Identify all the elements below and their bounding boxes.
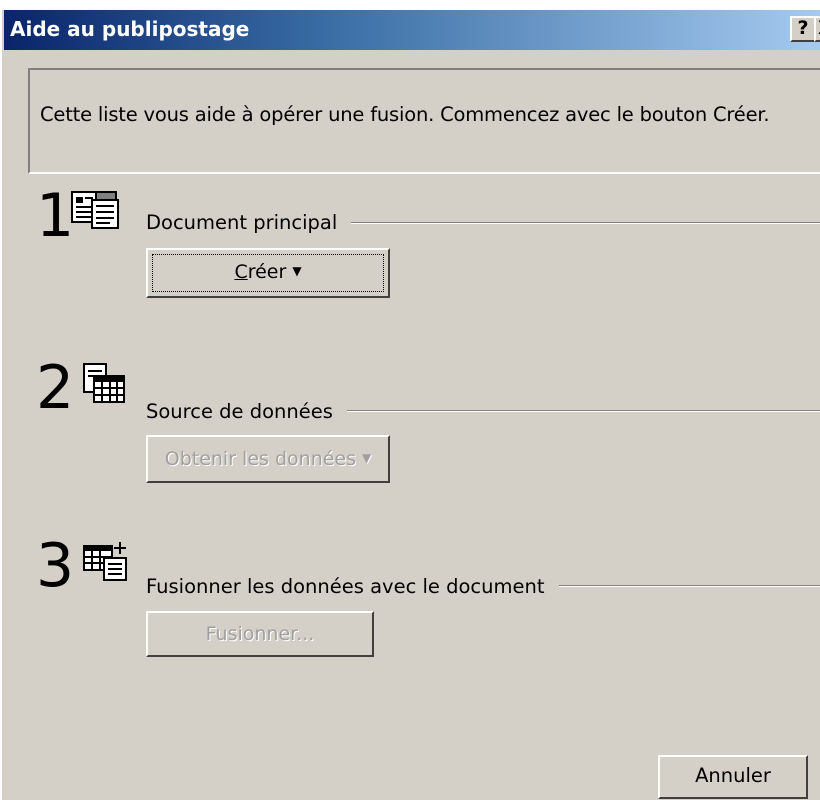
mail-merge-helper-dialog: Aide au publipostage ? X Cette liste vou… [0, 8, 820, 800]
merge-button[interactable]: Fusionner... [146, 611, 374, 657]
help-button[interactable]: ? [790, 16, 816, 42]
step-number-2: 2 [36, 353, 75, 423]
merge-button-label: Fusionner... [205, 623, 315, 645]
merge-data-icon [83, 542, 127, 581]
step-number-3: 3 [36, 531, 75, 601]
step-label-data-source: Source de données [146, 400, 347, 423]
info-text: Cette liste vous aide à opérer une fusio… [40, 103, 770, 126]
dropdown-caret-icon: ▼ [292, 264, 302, 278]
close-button[interactable]: X [814, 16, 820, 42]
step-label-main-document: Document principal [146, 211, 352, 234]
get-data-button-label: Obtenir les données [164, 448, 357, 470]
step-divider [552, 585, 820, 587]
focus-rect [152, 254, 384, 292]
cancel-button[interactable]: Annuler [658, 755, 808, 799]
step-divider [342, 410, 820, 412]
step-divider [342, 222, 820, 224]
data-source-table-icon [83, 363, 125, 403]
dropdown-caret-icon: ▼ [362, 451, 372, 465]
title-bar[interactable]: Aide au publipostage ? X [4, 10, 820, 50]
step-label-merge: Fusionner les données avec le document [146, 575, 559, 598]
main-document-icon [71, 191, 119, 229]
step-number-1: 1 [36, 181, 75, 251]
get-data-button[interactable]: Obtenir les données ▼ [146, 435, 390, 483]
create-button[interactable]: Créer ▼ [146, 248, 390, 298]
info-panel: Cette liste vous aide à opérer une fusio… [28, 68, 820, 174]
window-title: Aide au publipostage [10, 17, 250, 41]
